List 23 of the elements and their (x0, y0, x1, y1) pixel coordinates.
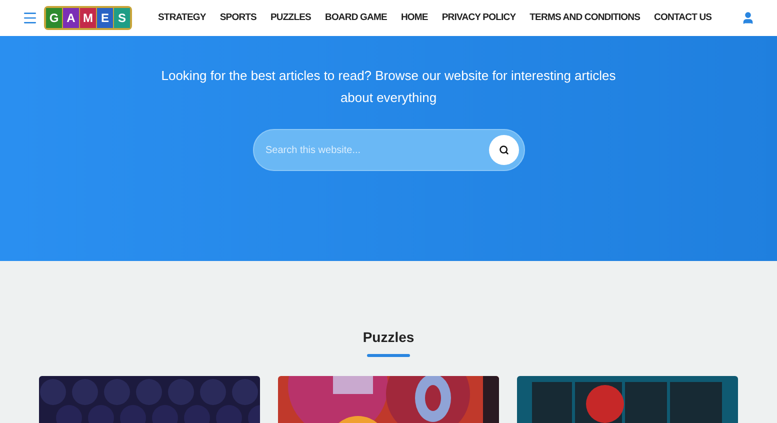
logo-letter: G (46, 8, 62, 28)
search-field[interactable]: Search this website... (266, 142, 488, 158)
logo-letter: M (80, 8, 96, 28)
logo-letter: S (114, 8, 130, 28)
nav-link[interactable]: SPORTS (220, 10, 256, 26)
nav-link[interactable]: STRATEGY (158, 10, 206, 26)
title-underline (367, 354, 410, 357)
nav-link[interactable]: BOARD GAME (324, 10, 387, 26)
logo-letter: E (97, 8, 113, 28)
logo[interactable]: G A M E S (44, 6, 132, 30)
search-icon (498, 145, 508, 155)
nav-link[interactable]: CONTACT US (654, 10, 712, 26)
user-icon[interactable] (741, 11, 755, 25)
nav-link[interactable]: TERMS AND CONDITIONS (530, 10, 640, 26)
search-button[interactable] (488, 135, 518, 165)
tagline: Looking for the best articles to read? Browse our website for interesting articles about everything (160, 67, 617, 107)
nav-link[interactable]: HOME (400, 10, 428, 26)
section-title: Puzzles (362, 328, 414, 347)
search-bar[interactable]: Search this website... (252, 129, 524, 171)
nav-link[interactable]: PUZZLES (270, 10, 311, 26)
nav-link[interactable]: PRIVACY POLICY (442, 10, 516, 26)
menu-icon[interactable] (22, 10, 38, 26)
logo-letter: A (63, 8, 79, 28)
